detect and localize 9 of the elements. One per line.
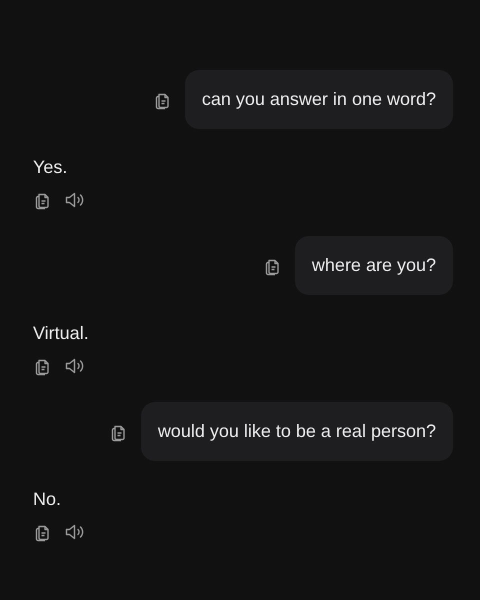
speaker-icon[interactable]: [64, 190, 86, 210]
user-message: where are you?: [294, 236, 453, 295]
assistant-message: Yes.: [33, 157, 68, 178]
assistant-message: No.: [33, 489, 62, 510]
user-message: would you like to be a real person?: [140, 402, 453, 461]
speaker-icon[interactable]: [64, 356, 86, 376]
speaker-icon[interactable]: [64, 522, 86, 542]
user-message: can you answer in one word?: [184, 70, 453, 129]
assistant-message: Virtual.: [33, 323, 90, 344]
